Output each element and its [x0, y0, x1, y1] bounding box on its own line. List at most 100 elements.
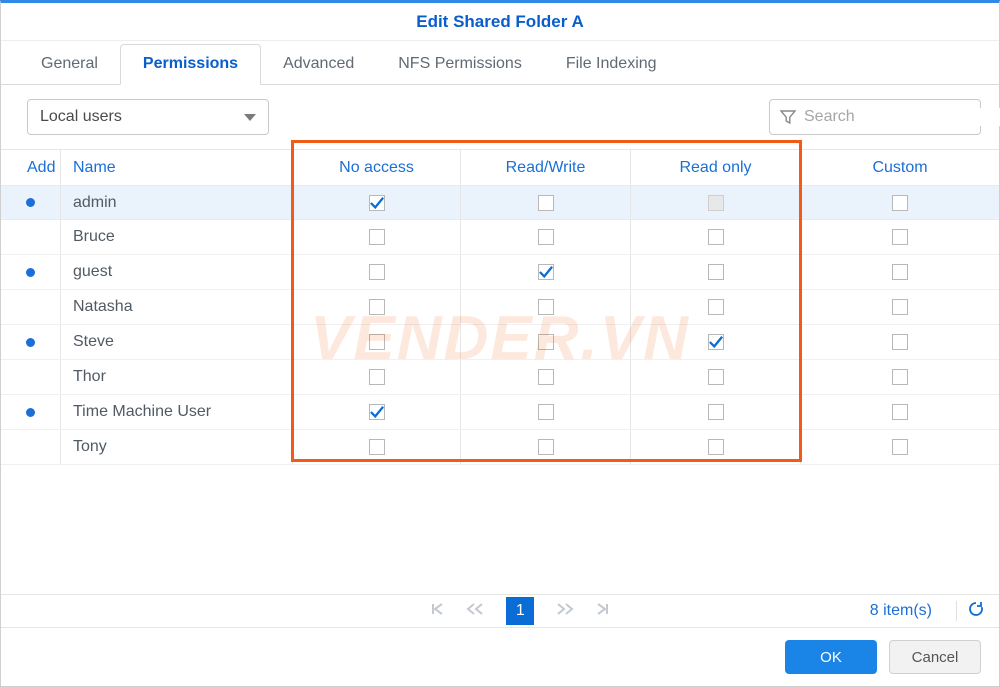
- checkbox-read-write[interactable]: [538, 229, 554, 245]
- cell-no-access: [293, 325, 461, 359]
- checkbox-read-only[interactable]: [708, 264, 724, 280]
- cell-custom: [801, 255, 999, 289]
- cell-no-access: [293, 360, 461, 394]
- col-header-no-access[interactable]: No access: [293, 150, 461, 185]
- table-row[interactable]: Tony: [1, 430, 999, 465]
- ok-button[interactable]: OK: [785, 640, 877, 674]
- table-row[interactable]: guest: [1, 255, 999, 290]
- cell-custom: [801, 395, 999, 429]
- tab-permissions[interactable]: Permissions: [120, 44, 261, 85]
- cell-name: Thor: [61, 360, 293, 394]
- item-count: 8 item(s): [870, 602, 946, 620]
- checkbox-read-only[interactable]: [708, 369, 724, 385]
- col-header-read-write[interactable]: Read/Write: [461, 150, 631, 185]
- permissions-grid: Add Name No access Read/Write Read only …: [1, 149, 999, 465]
- checkbox-custom[interactable]: [892, 334, 908, 350]
- cell-custom: [801, 325, 999, 359]
- col-header-add[interactable]: Add: [1, 150, 61, 185]
- checkbox-read-only[interactable]: [708, 439, 724, 455]
- checkbox-read-write[interactable]: [538, 369, 554, 385]
- titlebar: Edit Shared Folder A: [1, 3, 999, 41]
- checkbox-no-access[interactable]: [369, 334, 385, 350]
- checkbox-custom[interactable]: [892, 404, 908, 420]
- cell-added-indicator: [1, 186, 61, 219]
- tab-nfs-permissions[interactable]: NFS Permissions: [376, 45, 544, 84]
- dialog-window: Edit Shared Folder A GeneralPermissionsA…: [0, 0, 1000, 687]
- cell-no-access: [293, 255, 461, 289]
- cell-read-only: [631, 325, 801, 359]
- checkbox-read-only[interactable]: [708, 229, 724, 245]
- checkbox-read-only[interactable]: [708, 404, 724, 420]
- checkbox-no-access[interactable]: [369, 264, 385, 280]
- user-type-dropdown[interactable]: Local users: [27, 99, 269, 135]
- checkbox-custom[interactable]: [892, 299, 908, 315]
- cell-name: Time Machine User: [61, 395, 293, 429]
- checkbox-custom[interactable]: [892, 439, 908, 455]
- checkbox-custom[interactable]: [892, 369, 908, 385]
- table-row[interactable]: Bruce: [1, 220, 999, 255]
- checkbox-no-access[interactable]: [369, 299, 385, 315]
- table-row[interactable]: Time Machine User: [1, 395, 999, 430]
- checkbox-read-write[interactable]: [538, 334, 554, 350]
- table-row[interactable]: Natasha: [1, 290, 999, 325]
- grid-header: Add Name No access Read/Write Read only …: [1, 149, 999, 186]
- pager-last-icon[interactable]: [596, 602, 610, 621]
- table-row[interactable]: Thor: [1, 360, 999, 395]
- checkbox-read-only[interactable]: [708, 299, 724, 315]
- checkbox-read-write[interactable]: [538, 299, 554, 315]
- cell-no-access: [293, 220, 461, 254]
- checkbox-read-write[interactable]: [538, 404, 554, 420]
- checkbox-read-only[interactable]: [708, 334, 724, 350]
- cell-added-indicator: [1, 360, 61, 394]
- checkbox-custom[interactable]: [892, 195, 908, 211]
- pager-first-icon[interactable]: [430, 602, 444, 621]
- tab-general[interactable]: General: [19, 45, 120, 84]
- dropdown-selected-label: Local users: [40, 108, 122, 126]
- cell-name: Natasha: [61, 290, 293, 324]
- cell-added-indicator: [1, 255, 61, 289]
- checkbox-custom[interactable]: [892, 264, 908, 280]
- tab-advanced[interactable]: Advanced: [261, 45, 376, 84]
- search-input[interactable]: [804, 108, 1000, 126]
- dialog-title: Edit Shared Folder A: [416, 12, 584, 32]
- checkbox-read-write[interactable]: [538, 264, 554, 280]
- col-header-custom[interactable]: Custom: [801, 150, 999, 185]
- cell-added-indicator: [1, 290, 61, 324]
- cell-name: Steve: [61, 325, 293, 359]
- checkbox-read-write[interactable]: [538, 439, 554, 455]
- pager-prev-icon[interactable]: [466, 602, 484, 621]
- table-row[interactable]: admin: [1, 185, 999, 220]
- cancel-button[interactable]: Cancel: [889, 640, 981, 674]
- checkbox-custom[interactable]: [892, 229, 908, 245]
- cell-added-indicator: [1, 325, 61, 359]
- search-box[interactable]: [769, 99, 981, 135]
- cell-name: Tony: [61, 430, 293, 464]
- cell-read-only: [631, 290, 801, 324]
- cell-name: guest: [61, 255, 293, 289]
- cell-custom: [801, 290, 999, 324]
- checkbox-no-access[interactable]: [369, 195, 385, 211]
- cell-name: admin: [61, 186, 293, 219]
- cell-added-indicator: [1, 430, 61, 464]
- pager-current-page[interactable]: 1: [506, 597, 534, 625]
- cell-no-access: [293, 186, 461, 219]
- checkbox-no-access[interactable]: [369, 404, 385, 420]
- checkbox-no-access[interactable]: [369, 439, 385, 455]
- cell-read-write: [461, 430, 631, 464]
- refresh-button[interactable]: [967, 600, 985, 622]
- table-row[interactable]: Steve: [1, 325, 999, 360]
- tab-file-indexing[interactable]: File Indexing: [544, 45, 679, 84]
- chevron-down-icon: [244, 114, 256, 121]
- cell-read-write: [461, 290, 631, 324]
- col-header-name[interactable]: Name: [61, 150, 293, 185]
- cell-custom: [801, 220, 999, 254]
- cell-added-indicator: [1, 220, 61, 254]
- cell-custom: [801, 430, 999, 464]
- cell-read-only: [631, 430, 801, 464]
- col-header-read-only[interactable]: Read only: [631, 150, 801, 185]
- checkbox-no-access[interactable]: [369, 369, 385, 385]
- checkbox-no-access[interactable]: [369, 229, 385, 245]
- pager-next-icon[interactable]: [556, 602, 574, 621]
- checkbox-read-write[interactable]: [538, 195, 554, 211]
- cell-read-write: [461, 360, 631, 394]
